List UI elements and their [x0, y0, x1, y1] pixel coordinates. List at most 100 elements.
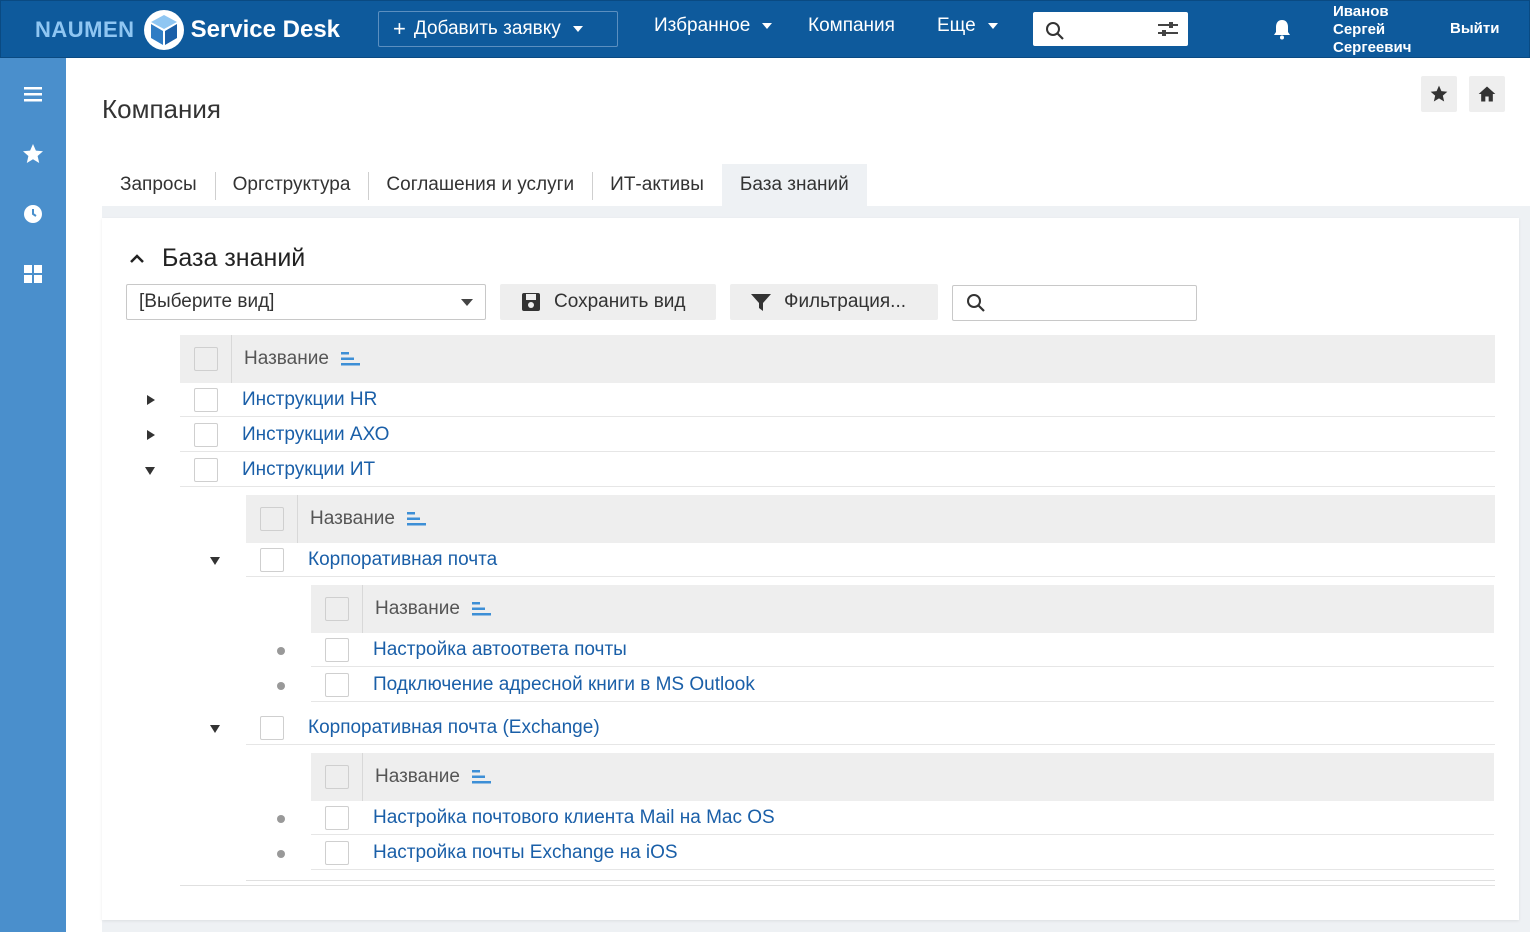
sort-icon[interactable] — [471, 601, 492, 617]
select-all-cell — [180, 335, 232, 383]
row-link[interactable]: Настройка почты Exchange на iOS — [373, 842, 678, 864]
menu-icon[interactable] — [21, 82, 45, 106]
row-link[interactable]: Инструкции ИТ — [242, 459, 375, 481]
nav-more-label: Еще — [937, 15, 976, 36]
sort-icon[interactable] — [471, 769, 492, 785]
row-checkbox[interactable] — [260, 715, 284, 740]
logo-cube-icon — [143, 10, 184, 50]
main-area: Компания Запросы Оргструктура Соглашения… — [66, 58, 1530, 932]
tab-agreements[interactable]: Соглашения и услуги — [368, 164, 592, 206]
select-all-checkbox[interactable] — [259, 507, 284, 531]
column-header-name[interactable]: Название — [375, 598, 460, 620]
row-link[interactable]: Инструкции HR — [242, 389, 377, 411]
app-logo[interactable]: NAUMEN Service Desk — [35, 5, 340, 55]
select-all-cell — [311, 585, 363, 633]
bell-icon[interactable] — [1271, 18, 1293, 40]
select-all-cell — [246, 495, 298, 543]
collapse-arrow-icon[interactable] — [208, 554, 222, 568]
caret-down-icon — [461, 299, 473, 306]
nav-more[interactable]: Еще — [937, 15, 998, 37]
caret-down-icon — [762, 23, 773, 29]
column-header-name[interactable]: Название — [310, 508, 395, 530]
row-link[interactable]: Инструкции АХО — [242, 424, 389, 446]
row-checkbox[interactable] — [325, 672, 349, 697]
row-checkbox[interactable] — [325, 805, 349, 830]
save-view-button[interactable]: Сохранить вид — [500, 284, 716, 320]
top-bar: NAUMEN Service Desk + Добавить заявку Из… — [0, 0, 1530, 58]
row-link[interactable]: Подключение адресной книги в MS Outlook — [373, 674, 755, 696]
user-name[interactable]: Иванов Сергей Сергеевич — [1333, 3, 1411, 57]
expand-arrow-icon[interactable] — [144, 393, 158, 407]
row-checkbox[interactable] — [260, 547, 284, 572]
column-header-name[interactable]: Название — [375, 766, 460, 788]
sidebar — [0, 58, 66, 932]
row-checkbox[interactable] — [325, 637, 349, 662]
select-all-checkbox[interactable] — [324, 765, 349, 789]
home-button[interactable] — [1469, 76, 1505, 112]
row-checkbox[interactable] — [194, 457, 218, 482]
list-search-input[interactable] — [952, 285, 1197, 321]
plus-icon: + — [393, 16, 406, 41]
panel-title: База знаний — [162, 244, 306, 272]
logout-link[interactable]: Выйти — [1450, 20, 1499, 37]
collapse-arrow-icon[interactable] — [208, 722, 222, 736]
tree-row: Инструкции HR — [180, 383, 1495, 417]
panel-header[interactable]: База знаний — [128, 244, 305, 273]
add-to-favorites-button[interactable] — [1421, 76, 1457, 112]
table-header: Название — [180, 335, 1495, 383]
logo-naumen-text: NAUMEN — [35, 17, 135, 42]
search-settings-icon[interactable] — [1157, 20, 1179, 38]
view-select[interactable]: [Выберите вид] — [126, 284, 486, 320]
sort-icon[interactable] — [340, 351, 361, 367]
leaf-bullet-icon — [277, 682, 285, 690]
add-request-label: Добавить заявку — [413, 18, 561, 39]
home-icon — [1478, 86, 1496, 102]
global-search-input[interactable] — [1033, 12, 1188, 46]
filter-label: Фильтрация... — [784, 291, 907, 312]
floppy-disk-icon — [522, 293, 540, 311]
row-link[interactable]: Корпоративная почта — [308, 549, 497, 571]
user-last-name: Иванов — [1333, 3, 1389, 20]
logo-service-desk-text: Service Desk — [190, 16, 341, 43]
tab-it-assets[interactable]: ИТ-активы — [592, 164, 722, 206]
tree-row: Подключение адресной книги в MS Outlook — [311, 668, 1494, 702]
row-link[interactable]: Корпоративная почта (Exchange) — [308, 717, 600, 739]
expand-arrow-icon[interactable] — [144, 428, 158, 442]
leaf-bullet-icon — [277, 647, 285, 655]
select-all-checkbox[interactable] — [324, 597, 349, 621]
star-icon[interactable] — [21, 142, 45, 166]
tree-row: Корпоративная почта (Exchange) — [246, 711, 1495, 745]
tree-row: Настройка автоответа почты — [311, 633, 1494, 667]
row-link[interactable]: Настройка автоответа почты — [373, 639, 627, 661]
tree-row: Настройка почтового клиента Mail на Mac … — [311, 801, 1494, 835]
search-icon — [967, 294, 985, 312]
column-header-name[interactable]: Название — [244, 348, 329, 370]
leaf-bullet-icon — [277, 850, 285, 858]
caret-down-icon — [572, 26, 583, 32]
row-checkbox[interactable] — [325, 840, 349, 865]
tab-knowledge-base[interactable]: База знаний — [721, 164, 867, 206]
grid-icon[interactable] — [21, 262, 45, 286]
divider — [246, 880, 1495, 881]
nav-favorites[interactable]: Избранное — [654, 15, 773, 37]
tab-org-structure[interactable]: Оргструктура — [214, 164, 369, 206]
row-checkbox[interactable] — [194, 387, 218, 412]
page-title: Компания — [102, 94, 221, 124]
nested-table-header: Название — [311, 585, 1494, 633]
search-icon — [1046, 22, 1064, 40]
caret-down-icon — [987, 23, 998, 29]
collapse-arrow-icon[interactable] — [143, 464, 157, 478]
add-request-button[interactable]: + Добавить заявку — [378, 11, 618, 47]
clock-icon[interactable] — [21, 202, 45, 226]
nav-company[interactable]: Компания — [808, 15, 895, 37]
divider — [180, 885, 1495, 886]
nav-favorites-label: Избранное — [654, 15, 751, 36]
tab-requests[interactable]: Запросы — [102, 164, 215, 206]
select-all-cell — [311, 753, 363, 801]
filter-button[interactable]: Фильтрация... — [730, 284, 938, 320]
row-link[interactable]: Настройка почтового клиента Mail на Mac … — [373, 807, 775, 829]
row-checkbox[interactable] — [194, 422, 218, 447]
filter-icon — [751, 294, 771, 311]
sort-icon[interactable] — [406, 511, 427, 527]
select-all-checkbox[interactable] — [193, 347, 218, 371]
